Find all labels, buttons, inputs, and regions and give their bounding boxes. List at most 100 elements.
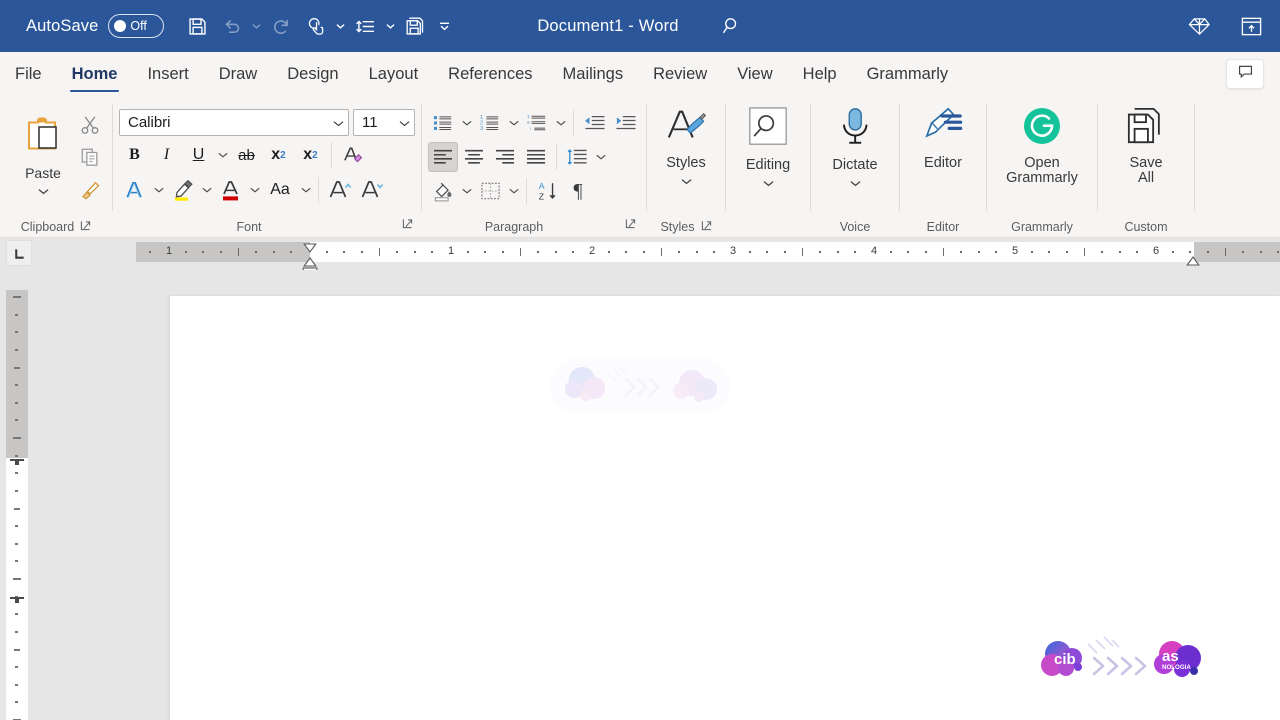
paste-button[interactable]: Paste	[14, 114, 72, 200]
editor-button[interactable]: Editor	[900, 96, 986, 216]
font-dialog-launcher-icon[interactable]	[402, 216, 413, 234]
paragraph-dialog-launcher-icon[interactable]	[625, 216, 636, 234]
tab-home[interactable]: Home	[57, 52, 133, 96]
italic-button[interactable]: I	[151, 140, 182, 171]
vertical-margin-marker[interactable]	[10, 590, 24, 603]
styles-dialog-launcher-icon[interactable]	[701, 220, 712, 234]
comments-button[interactable]	[1226, 59, 1264, 89]
dictate-button[interactable]: Dictate	[811, 96, 899, 216]
shading-icon[interactable]	[428, 176, 458, 206]
tab-stop-selector[interactable]	[6, 240, 32, 266]
line-spacing-chevron-down-icon[interactable]	[593, 142, 608, 173]
customize-quick-access-toolbar-icon[interactable]	[432, 9, 456, 43]
font-name-input[interactable]: Calibri	[119, 108, 349, 136]
dictate-chevron-down-icon[interactable]	[850, 174, 861, 192]
ribbon-tab-strip: File Home Insert Draw Design Layout Refe…	[0, 52, 1280, 96]
clear-formatting-icon[interactable]	[337, 140, 368, 171]
change-case-button[interactable]: Aa	[263, 175, 297, 206]
font-color-chevron-down-icon[interactable]	[247, 175, 262, 206]
tab-insert[interactable]: Insert	[132, 52, 203, 96]
ruler-tick	[1206, 251, 1209, 253]
touch-mode-chevron-down-icon[interactable]	[332, 9, 348, 43]
tab-label: Grammarly	[866, 64, 949, 83]
text-effects-icon[interactable]	[119, 175, 150, 206]
borders-icon[interactable]	[475, 176, 505, 206]
cloud-arrows-graphic	[550, 358, 730, 414]
superscript-button[interactable]: x2	[295, 140, 326, 171]
line-spacing-icon[interactable]	[348, 9, 382, 43]
search-icon[interactable]	[721, 15, 743, 37]
tab-file[interactable]: File	[0, 52, 57, 96]
text-highlight-color-icon[interactable]	[167, 175, 198, 206]
touch-hand-icon[interactable]	[298, 9, 332, 43]
tab-references[interactable]: References	[433, 52, 547, 96]
show-formatting-marks-button[interactable]: ¶	[563, 176, 593, 206]
clipboard-dialog-launcher-icon[interactable]	[80, 220, 91, 234]
tab-mailings[interactable]: Mailings	[548, 52, 639, 96]
vertical-margin-marker[interactable]	[10, 452, 24, 465]
bold-button[interactable]: B	[119, 140, 150, 171]
ruler-number: 4	[870, 245, 878, 257]
underline-chevron-down-icon[interactable]	[215, 140, 230, 171]
undo-arrow-icon[interactable]	[214, 9, 248, 43]
shrink-font-icon[interactable]	[356, 175, 387, 206]
font-color-icon[interactable]	[215, 175, 246, 206]
open-grammarly-button[interactable]: Open Grammarly	[987, 96, 1097, 216]
bullets-icon[interactable]	[428, 108, 458, 138]
save-all-button[interactable]: Save All	[1098, 96, 1194, 216]
cut-icon[interactable]	[74, 110, 106, 140]
copy-icon[interactable]	[74, 142, 106, 172]
microphone-icon	[835, 106, 875, 153]
tab-help[interactable]: Help	[788, 52, 852, 96]
shading-chevron-down-icon[interactable]	[459, 176, 474, 207]
autosave-toggle[interactable]: Off	[108, 14, 165, 38]
highlight-chevron-down-icon[interactable]	[199, 175, 214, 206]
sort-icon[interactable]: A Z	[532, 176, 562, 206]
tab-grammarly[interactable]: Grammarly	[852, 52, 964, 96]
align-left-button[interactable]	[428, 142, 458, 172]
strikethrough-button[interactable]: ab	[231, 140, 262, 171]
right-indent-marker[interactable]	[1186, 253, 1200, 271]
underline-button[interactable]: U	[183, 140, 214, 171]
tab-view[interactable]: View	[722, 52, 787, 96]
numbering-icon[interactable]: 1 2 3	[475, 108, 505, 138]
align-right-button[interactable]	[490, 142, 520, 172]
editing-chevron-down-icon[interactable]	[763, 174, 774, 192]
align-center-button[interactable]	[459, 142, 489, 172]
format-painter-icon[interactable]	[74, 174, 106, 204]
tab-review[interactable]: Review	[638, 52, 722, 96]
font-name-chevron-down-icon[interactable]	[333, 114, 344, 131]
vertical-ruler[interactable]	[6, 290, 28, 720]
tab-layout[interactable]: Layout	[354, 52, 434, 96]
multilevel-list-icon[interactable]: 1 a i	[522, 108, 552, 138]
multilevel-chevron-down-icon[interactable]	[553, 108, 568, 139]
line-paragraph-spacing-icon[interactable]	[562, 142, 592, 172]
bullets-chevron-down-icon[interactable]	[459, 108, 474, 139]
styles-chevron-down-icon[interactable]	[681, 172, 692, 190]
editing-button[interactable]: Editing	[726, 96, 810, 216]
decrease-indent-icon[interactable]	[579, 108, 609, 138]
undo-chevron-down-icon[interactable]	[248, 9, 264, 43]
increase-indent-icon[interactable]	[610, 108, 640, 138]
ribbon-display-icon[interactable]	[1236, 11, 1266, 41]
numbering-chevron-down-icon[interactable]	[506, 108, 521, 139]
grow-font-icon[interactable]	[324, 175, 355, 206]
cib-tecnologias-logo: cib as NOLOGIA	[1032, 634, 1222, 692]
paste-chevron-down-icon[interactable]	[38, 182, 49, 200]
text-effects-chevron-down-icon[interactable]	[151, 175, 166, 206]
save-all-icon[interactable]	[398, 9, 432, 43]
subscript-button[interactable]: x2	[263, 140, 294, 171]
save-icon[interactable]	[180, 9, 214, 43]
font-size-input[interactable]: 11	[353, 108, 415, 136]
font-size-chevron-down-icon[interactable]	[399, 114, 410, 131]
styles-button[interactable]: Styles	[647, 96, 725, 216]
change-case-chevron-down-icon[interactable]	[298, 175, 313, 206]
tab-draw[interactable]: Draw	[204, 52, 273, 96]
line-spacing-chevron-down-icon[interactable]	[382, 9, 398, 43]
tab-design[interactable]: Design	[272, 52, 353, 96]
document-page[interactable]: cib as NOLOGIA	[170, 296, 1280, 720]
justify-button[interactable]	[521, 142, 551, 172]
diamond-icon[interactable]	[1184, 11, 1214, 41]
borders-chevron-down-icon[interactable]	[506, 176, 521, 207]
redo-arrow-icon[interactable]	[264, 9, 298, 43]
